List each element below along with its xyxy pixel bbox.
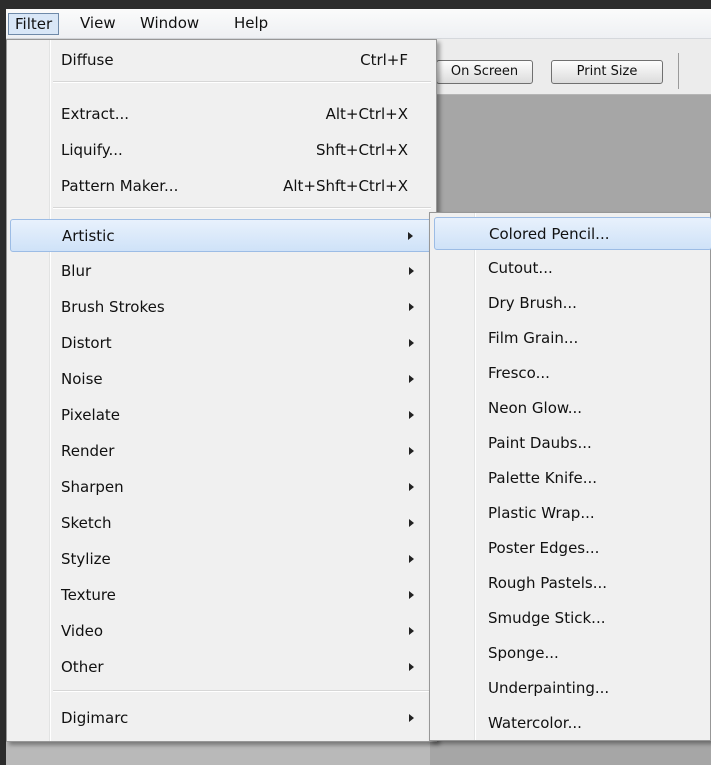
- menu-item-digimarc[interactable]: Digimarc: [10, 702, 434, 735]
- submenu-item-label: Film Grain...: [488, 329, 579, 347]
- submenu-item-underpainting[interactable]: Underpainting...: [434, 672, 711, 705]
- submenu-item-smudge-stick[interactable]: Smudge Stick...: [434, 602, 711, 635]
- filter-menu: Diffuse Ctrl+F Extract... Alt+Ctrl+X Liq…: [6, 39, 437, 742]
- submenu-arrow-icon: [409, 555, 414, 563]
- menu-item-extract[interactable]: Extract... Alt+Ctrl+X: [10, 98, 434, 131]
- submenu-item-palette-knife[interactable]: Palette Knife...: [434, 462, 711, 495]
- menu-item-render[interactable]: Render: [10, 435, 434, 468]
- submenu-item-neon-glow[interactable]: Neon Glow...: [434, 392, 711, 425]
- menu-item-pattern-maker[interactable]: Pattern Maker... Alt+Shft+Ctrl+X: [10, 170, 434, 203]
- menu-help[interactable]: Help: [228, 13, 274, 35]
- submenu-item-colored-pencil[interactable]: Colored Pencil...: [434, 217, 711, 250]
- submenu-arrow-icon: [409, 267, 414, 275]
- submenu-item-label: Colored Pencil...: [489, 225, 610, 243]
- submenu-arrow-icon: [409, 411, 414, 419]
- menu-item-label: Liquify...: [61, 141, 123, 159]
- menu-separator: [53, 81, 431, 83]
- menu-item-label: Pattern Maker...: [61, 177, 179, 195]
- submenu-item-sponge[interactable]: Sponge...: [434, 637, 711, 670]
- menu-item-pixelate[interactable]: Pixelate: [10, 399, 434, 432]
- menu-item-label: Diffuse: [61, 51, 114, 69]
- artistic-submenu: Colored Pencil... Cutout... Dry Brush...…: [429, 212, 711, 741]
- menu-window[interactable]: Window: [134, 13, 205, 35]
- submenu-item-label: Underpainting...: [488, 679, 610, 697]
- menu-item-stylize[interactable]: Stylize: [10, 543, 434, 576]
- app-window: Filter View Window Help On Screen Print …: [0, 0, 711, 765]
- submenu-arrow-icon: [409, 339, 414, 347]
- submenu-item-label: Neon Glow...: [488, 399, 583, 417]
- submenu-item-watercolor[interactable]: Watercolor...: [434, 707, 711, 740]
- menu-filter[interactable]: Filter: [8, 13, 60, 35]
- submenu-item-dry-brush[interactable]: Dry Brush...: [434, 287, 711, 320]
- submenu-item-label: Dry Brush...: [488, 294, 577, 312]
- menu-item-label: Blur: [61, 262, 92, 280]
- menu-item-sharpen[interactable]: Sharpen: [10, 471, 434, 504]
- submenu-arrow-icon: [409, 375, 414, 383]
- menu-item-texture[interactable]: Texture: [10, 579, 434, 612]
- submenu-item-label: Smudge Stick...: [488, 609, 606, 627]
- submenu-arrow-icon: [409, 663, 414, 671]
- submenu-item-label: Rough Pastels...: [488, 574, 608, 592]
- menu-item-distort[interactable]: Distort: [10, 327, 434, 360]
- options-toolbar: On Screen Print Size: [430, 39, 711, 95]
- menu-item-label: Other: [61, 658, 104, 676]
- menu-item-sketch[interactable]: Sketch: [10, 507, 434, 540]
- print-size-button[interactable]: Print Size: [551, 60, 663, 84]
- menu-item-noise[interactable]: Noise: [10, 363, 434, 396]
- submenu-item-fresco[interactable]: Fresco...: [434, 357, 711, 390]
- menu-separator: [53, 207, 431, 209]
- submenu-item-label: Watercolor...: [488, 714, 582, 732]
- submenu-arrow-icon: [409, 714, 414, 722]
- menu-item-label: Artistic: [62, 227, 115, 245]
- submenu-item-label: Fresco...: [488, 364, 550, 382]
- menu-view[interactable]: View: [74, 13, 122, 35]
- menu-item-blur[interactable]: Blur: [10, 255, 434, 288]
- submenu-item-rough-pastels[interactable]: Rough Pastels...: [434, 567, 711, 600]
- menu-item-label: Extract...: [61, 105, 130, 123]
- menu-item-label: Digimarc: [61, 709, 129, 727]
- submenu-item-label: Poster Edges...: [488, 539, 600, 557]
- menu-item-label: Distort: [61, 334, 112, 352]
- menu-separator: [53, 690, 431, 692]
- menu-item-shortcut: Shft+Ctrl+X: [315, 141, 408, 159]
- submenu-item-label: Sponge...: [488, 644, 559, 662]
- menu-item-brush-strokes[interactable]: Brush Strokes: [10, 291, 434, 324]
- submenu-arrow-icon: [409, 519, 414, 527]
- menu-item-label: Stylize: [61, 550, 111, 568]
- menu-item-artistic[interactable]: Artistic: [10, 219, 434, 252]
- submenu-arrow-icon: [409, 303, 414, 311]
- submenu-item-poster-edges[interactable]: Poster Edges...: [434, 532, 711, 565]
- submenu-arrow-icon: [409, 591, 414, 599]
- menu-item-label: Sharpen: [61, 478, 124, 496]
- menu-item-label: Noise: [61, 370, 103, 388]
- menu-item-diffuse[interactable]: Diffuse Ctrl+F: [10, 44, 434, 77]
- menu-item-label: Video: [61, 622, 104, 640]
- menu-item-liquify[interactable]: Liquify... Shft+Ctrl+X: [10, 134, 434, 167]
- menu-item-shortcut: Alt+Shft+Ctrl+X: [283, 177, 408, 195]
- submenu-item-label: Plastic Wrap...: [488, 504, 595, 522]
- menu-item-label: Sketch: [61, 514, 112, 532]
- submenu-arrow-icon: [409, 627, 414, 635]
- toolbar-divider: [678, 53, 679, 89]
- menu-item-video[interactable]: Video: [10, 615, 434, 648]
- submenu-arrow-icon: [409, 483, 414, 491]
- submenu-arrow-icon: [408, 232, 413, 240]
- submenu-item-paint-daubs[interactable]: Paint Daubs...: [434, 427, 711, 460]
- menu-item-label: Texture: [61, 586, 116, 604]
- submenu-item-label: Cutout...: [488, 259, 553, 277]
- menu-item-label: Brush Strokes: [61, 298, 165, 316]
- submenu-item-label: Paint Daubs...: [488, 434, 592, 452]
- submenu-arrow-icon: [409, 447, 414, 455]
- menu-item-shortcut: Alt+Ctrl+X: [325, 105, 408, 123]
- submenu-item-cutout[interactable]: Cutout...: [434, 252, 711, 285]
- menu-item-label: Render: [61, 442, 115, 460]
- submenu-item-label: Palette Knife...: [488, 469, 598, 487]
- menu-item-other[interactable]: Other: [10, 651, 434, 684]
- menu-bar: Filter View Window Help: [6, 9, 711, 39]
- submenu-item-film-grain[interactable]: Film Grain...: [434, 322, 711, 355]
- submenu-item-plastic-wrap[interactable]: Plastic Wrap...: [434, 497, 711, 530]
- menu-item-label: Pixelate: [61, 406, 120, 424]
- on-screen-button[interactable]: On Screen: [436, 60, 533, 84]
- menu-item-shortcut: Ctrl+F: [360, 51, 408, 69]
